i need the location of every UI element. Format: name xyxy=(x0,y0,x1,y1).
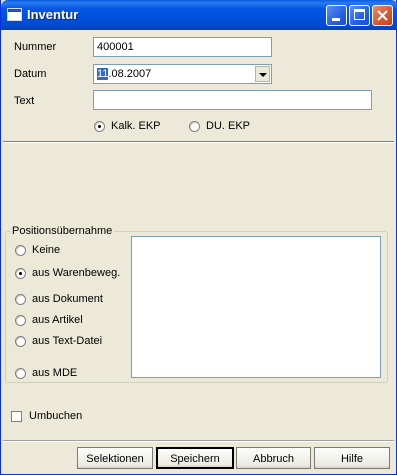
selektionen-button[interactable]: Selektionen xyxy=(77,447,153,469)
positions-listbox[interactable] xyxy=(131,236,381,378)
datum-day-selected: 11 xyxy=(97,68,109,80)
aus-text-datei-label: aus Text-Datei xyxy=(32,335,103,347)
chevron-down-icon[interactable] xyxy=(255,66,270,82)
maximize-icon xyxy=(354,9,365,20)
title-bar[interactable]: Inventur xyxy=(1,0,397,30)
abbruch-button[interactable]: Abbruch xyxy=(236,447,311,469)
aus-mde-label: aus MDE xyxy=(32,367,78,379)
aus-warenbeweg-label: aus Warenbeweg. xyxy=(32,267,121,279)
window-app-icon xyxy=(7,8,22,21)
radio-du-ekp[interactable] xyxy=(189,121,200,132)
nummer-value: 400001 xyxy=(97,41,134,53)
datum-rest: .08.2007 xyxy=(108,68,152,80)
umbuchen-label: Umbuchen xyxy=(29,410,83,422)
nummer-field[interactable]: 400001 xyxy=(93,37,272,57)
window-title: Inventur xyxy=(27,7,79,22)
maximize-button[interactable] xyxy=(349,5,370,26)
minimize-button[interactable] xyxy=(326,5,347,26)
du-ekp-label: DU. EKP xyxy=(206,120,251,132)
text-field[interactable] xyxy=(93,90,372,110)
positions-group-title: Positionsübernahme xyxy=(10,225,115,237)
radio-keine[interactable] xyxy=(15,245,26,256)
close-icon xyxy=(377,10,388,21)
minimize-icon xyxy=(332,18,340,21)
umbuchen-checkbox[interactable] xyxy=(11,411,22,422)
close-button[interactable] xyxy=(372,5,393,26)
radio-aus-dokument[interactable] xyxy=(15,294,26,305)
hilfe-button[interactable]: Hilfe xyxy=(314,447,390,469)
keine-label: Keine xyxy=(32,244,61,256)
radio-kalk-ekp[interactable] xyxy=(94,121,105,132)
aus-dokument-label: aus Dokument xyxy=(32,293,103,305)
speichern-button[interactable]: Speichern xyxy=(156,447,234,469)
text-label: Text xyxy=(14,95,35,107)
radio-aus-mde[interactable] xyxy=(15,368,26,379)
datum-label: Datum xyxy=(14,68,47,80)
radio-aus-artikel[interactable] xyxy=(15,315,26,326)
button-bar-divider xyxy=(3,440,394,442)
inventur-window: Inventur Nummer 400001 Datum 11.08.2007 … xyxy=(0,0,397,475)
radio-aus-text-datei[interactable] xyxy=(15,336,26,347)
radio-aus-warenbeweg[interactable] xyxy=(15,268,26,279)
divider-top xyxy=(3,141,394,143)
nummer-label: Nummer xyxy=(14,41,57,53)
aus-artikel-label: aus Artikel xyxy=(32,314,83,326)
datum-date-picker[interactable]: 11.08.2007 xyxy=(93,64,272,84)
kalk-ekp-label: Kalk. EKP xyxy=(111,120,161,132)
